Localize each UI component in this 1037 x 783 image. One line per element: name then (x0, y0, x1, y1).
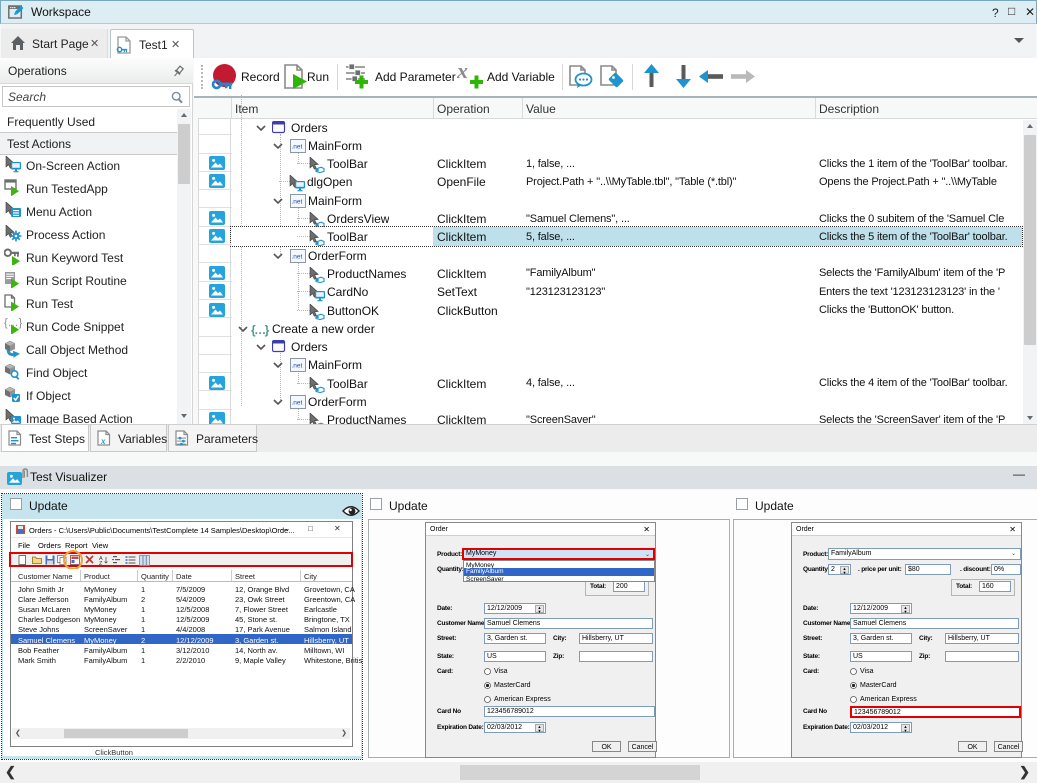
svg-text:.net: .net (292, 198, 303, 205)
svg-text:.net: .net (292, 400, 303, 407)
svg-text:x: x (100, 436, 106, 446)
svg-text:.net: .net (292, 363, 303, 370)
svg-text:.net: .net (292, 143, 303, 150)
svg-text:x: x (457, 62, 468, 83)
svg-text:.net: .net (292, 253, 303, 260)
